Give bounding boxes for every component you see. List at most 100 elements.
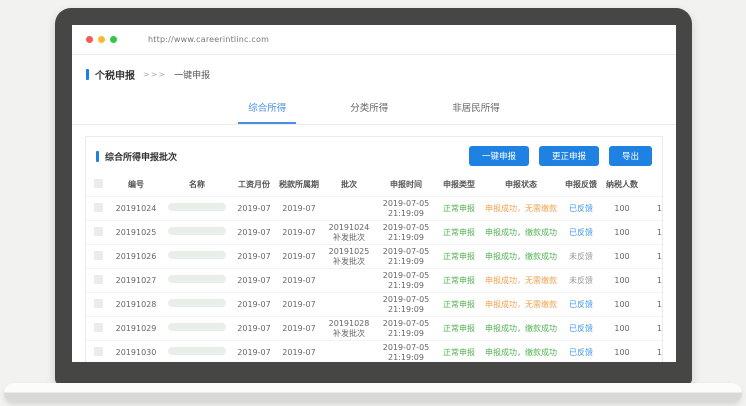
table-row[interactable]: 20191027 2019-07 2019-07 2019-07-05 21:1… — [86, 268, 663, 292]
cell-clipped: 11 — [642, 228, 663, 238]
minimize-dot-icon[interactable] — [98, 36, 105, 43]
header-纳税人数: 纳税人数 — [602, 180, 642, 190]
breadcrumb: 个税申报 >>> 一键申报 — [72, 55, 676, 90]
name-placeholder — [168, 227, 226, 235]
cell-type: 正常申报 — [436, 252, 482, 262]
cell-clipped: 11 — [642, 348, 663, 358]
name-placeholder — [168, 251, 226, 259]
cell-type: 正常申报 — [436, 204, 482, 214]
cell-id: 20191030 — [110, 348, 162, 358]
header-申报状态: 申报状态 — [482, 180, 560, 190]
cell-clipped: 11 — [642, 276, 663, 286]
header-税款所属期: 税款所属期 — [276, 180, 322, 190]
name-placeholder — [168, 275, 226, 283]
cell-id: 20191026 — [110, 252, 162, 262]
row-checkbox[interactable] — [94, 323, 103, 332]
header-申报类型: 申报类型 — [436, 180, 482, 190]
table-header-row: 编号名称工资月份税款所属期批次申报时间申报类型申报状态申报反馈纳税人数 — [86, 174, 663, 196]
laptop-base — [4, 383, 742, 403]
browser-window: http://www.careerintlinc.com 个税申报 >>> 一键… — [72, 25, 676, 362]
section-title-label: 综合所得申报批次 — [105, 150, 177, 163]
cell-id: 20191024 — [110, 204, 162, 214]
cell-status: 申报成功，缴款成功 — [482, 228, 560, 238]
cell-salary-month: 2019-07 — [232, 348, 276, 358]
cell-id: 20191027 — [110, 276, 162, 286]
cell-type: 正常申报 — [436, 276, 482, 286]
cell-taxpayers: 100 — [602, 252, 642, 262]
cell-taxpayers: 100 — [602, 300, 642, 310]
tab-bar: 综合所得 分类所得 非居民所得 — [72, 94, 676, 125]
zoom-dot-icon[interactable] — [110, 36, 117, 43]
tab-综合所得[interactable]: 综合所得 — [238, 94, 296, 124]
cell-batch: 20191028 补发批次 — [322, 319, 376, 339]
row-checkbox[interactable] — [94, 347, 103, 356]
cell-taxpayers: 100 — [602, 276, 642, 286]
cell-feedback: 未反馈 — [560, 252, 602, 262]
cell-name — [162, 227, 232, 238]
cell-feedback: 已反馈 — [560, 300, 602, 310]
tab-非居民所得[interactable]: 非居民所得 — [442, 94, 510, 124]
cell-status: 申报成功，缴款成功 — [482, 324, 560, 334]
cell-time: 2019-07-05 21:19:09 — [376, 223, 436, 243]
cell-tax-period: 2019-07 — [276, 276, 322, 286]
cell-clipped: 11 — [642, 252, 663, 262]
accent-bar-icon — [86, 69, 89, 80]
cell-tax-period: 2019-07 — [276, 228, 322, 238]
table-row[interactable]: 20191029 2019-07 2019-07 20191028 补发批次 2… — [86, 316, 663, 340]
row-checkbox[interactable] — [94, 299, 103, 308]
name-placeholder — [168, 323, 226, 331]
row-checkbox[interactable] — [94, 203, 103, 212]
header-申报时间: 申报时间 — [376, 180, 436, 190]
cell-time: 2019-07-05 21:19:09 — [376, 319, 436, 339]
button-导出[interactable]: 导出 — [609, 146, 652, 166]
row-checkbox[interactable] — [94, 275, 103, 284]
close-dot-icon[interactable] — [86, 36, 93, 43]
table-row[interactable]: 20191025 2019-07 2019-07 20191024 补发批次 2… — [86, 220, 663, 244]
row-checkbox[interactable] — [94, 251, 103, 260]
row-checkbox[interactable] — [94, 227, 103, 236]
cell-type: 正常申报 — [436, 228, 482, 238]
cell-feedback: 已反馈 — [560, 348, 602, 358]
breadcrumb-separator: >>> — [143, 70, 166, 79]
cell-type: 正常申报 — [436, 324, 482, 334]
cell-taxpayers: 100 — [602, 324, 642, 334]
name-placeholder — [168, 347, 226, 355]
cell-feedback: 已反馈 — [560, 324, 602, 334]
table-row[interactable]: 20191028 2019-07 2019-07 2019-07-05 21:1… — [86, 292, 663, 316]
batch-list-card: 综合所得申报批次 一键申报更正申报导出 编号名称工资月份税款所属期批次申报时间申… — [85, 136, 663, 362]
name-placeholder — [168, 299, 226, 307]
cell-time: 2019-07-05 21:19:09 — [376, 247, 436, 267]
cell-taxpayers: 100 — [602, 228, 642, 238]
cell-tax-period: 2019-07 — [276, 252, 322, 262]
cell-salary-month: 2019-07 — [232, 228, 276, 238]
cell-feedback: 未反馈 — [560, 276, 602, 286]
cell-salary-month: 2019-07 — [232, 324, 276, 334]
url-text[interactable]: http://www.careerintlinc.com — [148, 35, 269, 44]
cell-name — [162, 323, 232, 334]
cell-salary-month: 2019-07 — [232, 252, 276, 262]
cell-status: 申报成功，无需缴款 — [482, 276, 560, 286]
section-title: 综合所得申报批次 — [96, 150, 177, 163]
button-一键申报[interactable]: 一键申报 — [469, 146, 529, 166]
cell-status: 申报成功，缴款成功 — [482, 252, 560, 262]
table-row[interactable]: 20191026 2019-07 2019-07 20191025 补发批次 2… — [86, 244, 663, 268]
cell-feedback: 已反馈 — [560, 228, 602, 238]
table-row[interactable]: 20191030 2019-07 2019-07 2019-07-05 21:1… — [86, 340, 663, 362]
cell-time: 2019-07-05 21:19:09 — [376, 271, 436, 291]
cell-name — [162, 251, 232, 262]
batch-table: 编号名称工资月份税款所属期批次申报时间申报类型申报状态申报反馈纳税人数 2019… — [86, 174, 663, 362]
cell-taxpayers: 100 — [602, 348, 642, 358]
cell-status: 申报成功，无需缴款 — [482, 204, 560, 214]
header-工资月份: 工资月份 — [232, 180, 276, 190]
cell-name — [162, 275, 232, 286]
cell-taxpayers: 100 — [602, 204, 642, 214]
cell-clipped: 11 — [642, 204, 663, 214]
cell-name — [162, 203, 232, 214]
cell-time: 2019-07-05 21:19:09 — [376, 343, 436, 363]
tab-分类所得[interactable]: 分类所得 — [340, 94, 398, 124]
cell-salary-month: 2019-07 — [232, 204, 276, 214]
cell-time: 2019-07-05 21:19:09 — [376, 295, 436, 315]
button-更正申报[interactable]: 更正申报 — [539, 146, 599, 166]
select-all-checkbox[interactable] — [94, 179, 103, 188]
table-row[interactable]: 20191024 2019-07 2019-07 2019-07-05 21:1… — [86, 196, 663, 220]
